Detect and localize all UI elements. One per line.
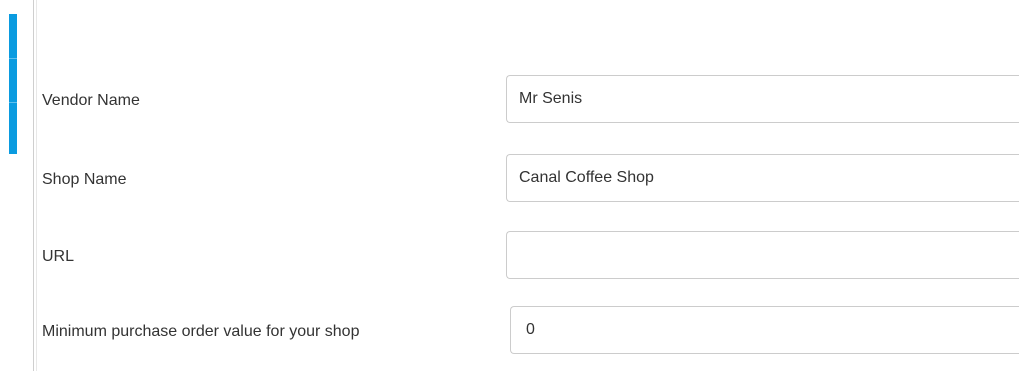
vendor-name-row: Vendor Name (0, 75, 1019, 127)
min-order-value-row: Minimum purchase order value for your sh… (0, 306, 1019, 358)
min-order-value-label: Minimum purchase order value for your sh… (42, 323, 360, 340)
vendor-name-label: Vendor Name (42, 92, 140, 109)
vendor-name-input[interactable] (506, 75, 1019, 123)
url-row: URL (0, 231, 1019, 283)
accent-divider (9, 58, 17, 59)
shop-name-row: Shop Name (0, 154, 1019, 206)
shop-name-label: Shop Name (42, 171, 127, 188)
url-input[interactable] (506, 231, 1019, 279)
vendor-settings-page: Vendor Name Shop Name URL Minimum purcha… (0, 0, 1019, 371)
shop-name-input[interactable] (506, 154, 1019, 202)
min-order-value-input[interactable] (510, 306, 1019, 354)
url-label: URL (42, 248, 75, 265)
